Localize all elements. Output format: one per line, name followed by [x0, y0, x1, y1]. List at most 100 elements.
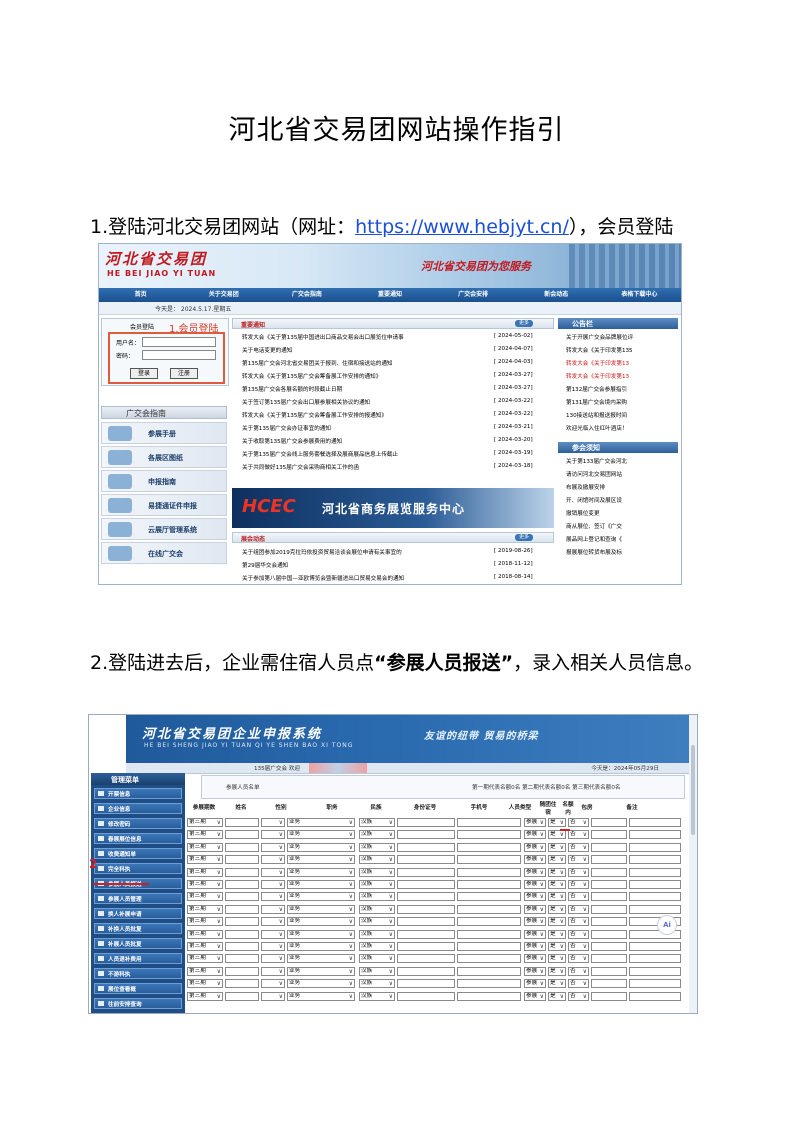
table-cell[interactable]: 汉族: [359, 942, 395, 951]
trend-item[interactable]: 关于参加第八届中国—亚欧博览会暨新疆进出口贸易交易会的通知 [ 2018-08-1…: [232, 572, 554, 584]
table-cell[interactable]: 参展: [524, 880, 546, 889]
table-cell[interactable]: [629, 830, 681, 840]
table-cell[interactable]: 是: [548, 818, 566, 827]
table-cell[interactable]: 参展: [524, 867, 546, 877]
board-item[interactable]: 第131届广交会境内采购: [566, 398, 678, 406]
table-cell[interactable]: [591, 954, 627, 964]
table-cell[interactable]: [225, 880, 259, 889]
table-cell[interactable]: [397, 842, 455, 852]
table-cell[interactable]: [225, 904, 259, 914]
ai-assistant-badge[interactable]: Ai: [657, 915, 677, 935]
table-cell[interactable]: [457, 991, 521, 1001]
table-cell[interactable]: 是: [548, 904, 566, 914]
nav-item[interactable]: 关于交易团: [182, 288, 265, 302]
table-cell[interactable]: [261, 818, 285, 827]
table-cell[interactable]: [591, 818, 627, 827]
table-cell[interactable]: 第三期: [187, 904, 223, 914]
table-cell[interactable]: [261, 929, 285, 939]
table-cell[interactable]: [397, 830, 455, 840]
table-cell[interactable]: [225, 818, 259, 827]
table-cell[interactable]: 汉族: [359, 979, 395, 989]
table-cell[interactable]: 第三期: [187, 892, 223, 902]
table-cell[interactable]: 参展: [524, 904, 546, 914]
nav-item[interactable]: 新会动态: [515, 288, 598, 302]
table-cell[interactable]: [397, 880, 455, 889]
table-cell[interactable]: 参展: [524, 842, 546, 852]
table-cell[interactable]: [397, 942, 455, 951]
table-cell[interactable]: 第三期: [187, 880, 223, 889]
table-cell[interactable]: [629, 867, 681, 877]
table-cell[interactable]: 否: [568, 904, 589, 914]
menu-item[interactable]: 不游科执: [94, 968, 182, 979]
table-cell[interactable]: 汉族: [359, 929, 395, 939]
news-item[interactable]: 关于收取第135届广交会参展费用的通知 [ 2024-03-20]: [232, 435, 554, 447]
table-cell[interactable]: 第三期: [187, 966, 223, 976]
guide-item[interactable]: 申报指南: [101, 470, 227, 492]
table-cell[interactable]: 是: [548, 830, 566, 840]
table-cell[interactable]: 第三期: [187, 855, 223, 865]
table-cell[interactable]: [225, 979, 259, 989]
table-cell[interactable]: 否: [568, 818, 589, 827]
menu-item[interactable]: 修改密码: [94, 818, 182, 829]
notice-more-button[interactable]: 更多: [515, 320, 533, 327]
table-cell[interactable]: 业务: [287, 855, 355, 865]
table-cell[interactable]: [591, 880, 627, 889]
exhibition-center-banner[interactable]: HCEC 河北省商务展览服务中心: [232, 488, 554, 528]
table-cell[interactable]: [261, 904, 285, 914]
news-title[interactable]: 关于共同做好135届广交会采购商相关工作的函: [242, 463, 482, 471]
news-item[interactable]: 关于共同做好135届广交会采购商相关工作的函 [ 2024-03-18]: [232, 461, 554, 473]
table-cell[interactable]: [457, 929, 521, 939]
table-cell[interactable]: 业务: [287, 842, 355, 852]
table-cell[interactable]: [261, 830, 285, 840]
must-item[interactable]: 关于第133届广交会河北: [566, 457, 678, 465]
table-cell[interactable]: [261, 979, 285, 989]
table-cell[interactable]: 参展: [524, 818, 546, 827]
must-item[interactable]: 展品网上登记和查询《: [566, 535, 678, 543]
table-cell[interactable]: [225, 892, 259, 902]
table-cell[interactable]: 业务: [287, 867, 355, 877]
table-cell[interactable]: 是: [548, 991, 566, 1001]
table-cell[interactable]: [591, 842, 627, 852]
board-item[interactable]: 130接送站和报送报时间: [566, 411, 678, 419]
menu-item[interactable]: 人员退补费用: [94, 953, 182, 964]
news-item[interactable]: 关于第135届广交会线上服务套餐选择及展商展品信息上传截止 [ 2024-03-1…: [232, 448, 554, 460]
table-cell[interactable]: [261, 880, 285, 889]
table-cell[interactable]: 否: [568, 855, 589, 865]
table-cell[interactable]: [591, 892, 627, 902]
table-cell[interactable]: [629, 880, 681, 889]
table-cell[interactable]: 汉族: [359, 954, 395, 964]
menu-item[interactable]: 开票信息: [94, 788, 182, 799]
menu-item[interactable]: 展位查看概: [94, 983, 182, 994]
table-cell[interactable]: [225, 917, 259, 927]
news-item[interactable]: 第135届广交会各展名额的时段截止日期 [ 2024-03-27]: [232, 383, 554, 395]
table-cell[interactable]: 否: [568, 942, 589, 951]
table-cell[interactable]: [457, 954, 521, 964]
table-cell[interactable]: [261, 855, 285, 865]
table-cell[interactable]: [225, 842, 259, 852]
table-cell[interactable]: 否: [568, 929, 589, 939]
table-cell[interactable]: 否: [568, 892, 589, 902]
menu-item[interactable]: 往前安排查询: [94, 998, 182, 1009]
table-cell[interactable]: 业务: [287, 954, 355, 964]
table-cell[interactable]: [629, 855, 681, 865]
table-cell[interactable]: [457, 818, 521, 827]
table-cell[interactable]: [397, 917, 455, 927]
news-title[interactable]: 转发大会《关于第135届广交会筹备展工作安排的报通知》: [242, 411, 482, 419]
news-title[interactable]: 第135届广交会河北省交易团关于报到、住宿和接送站的通知: [242, 359, 482, 367]
table-cell[interactable]: 汉族: [359, 867, 395, 877]
news-item[interactable]: 关于电话变更的通知 [ 2024-04-07]: [232, 344, 554, 356]
table-cell[interactable]: 业务: [287, 966, 355, 976]
table-cell[interactable]: 汉族: [359, 830, 395, 840]
guide-item[interactable]: 在线广交会: [101, 542, 227, 564]
must-item[interactable]: 请访问河北交易团网站: [566, 470, 678, 478]
table-cell[interactable]: [629, 842, 681, 852]
table-cell[interactable]: 业务: [287, 904, 355, 914]
table-cell[interactable]: [397, 904, 455, 914]
table-cell[interactable]: [591, 855, 627, 865]
table-cell[interactable]: [261, 892, 285, 902]
table-cell[interactable]: 参展: [524, 979, 546, 989]
table-cell[interactable]: 否: [568, 830, 589, 840]
news-title[interactable]: 关于电话变更的通知: [242, 346, 482, 354]
table-cell[interactable]: 是: [548, 929, 566, 939]
guide-item[interactable]: 参展手册: [101, 422, 227, 444]
